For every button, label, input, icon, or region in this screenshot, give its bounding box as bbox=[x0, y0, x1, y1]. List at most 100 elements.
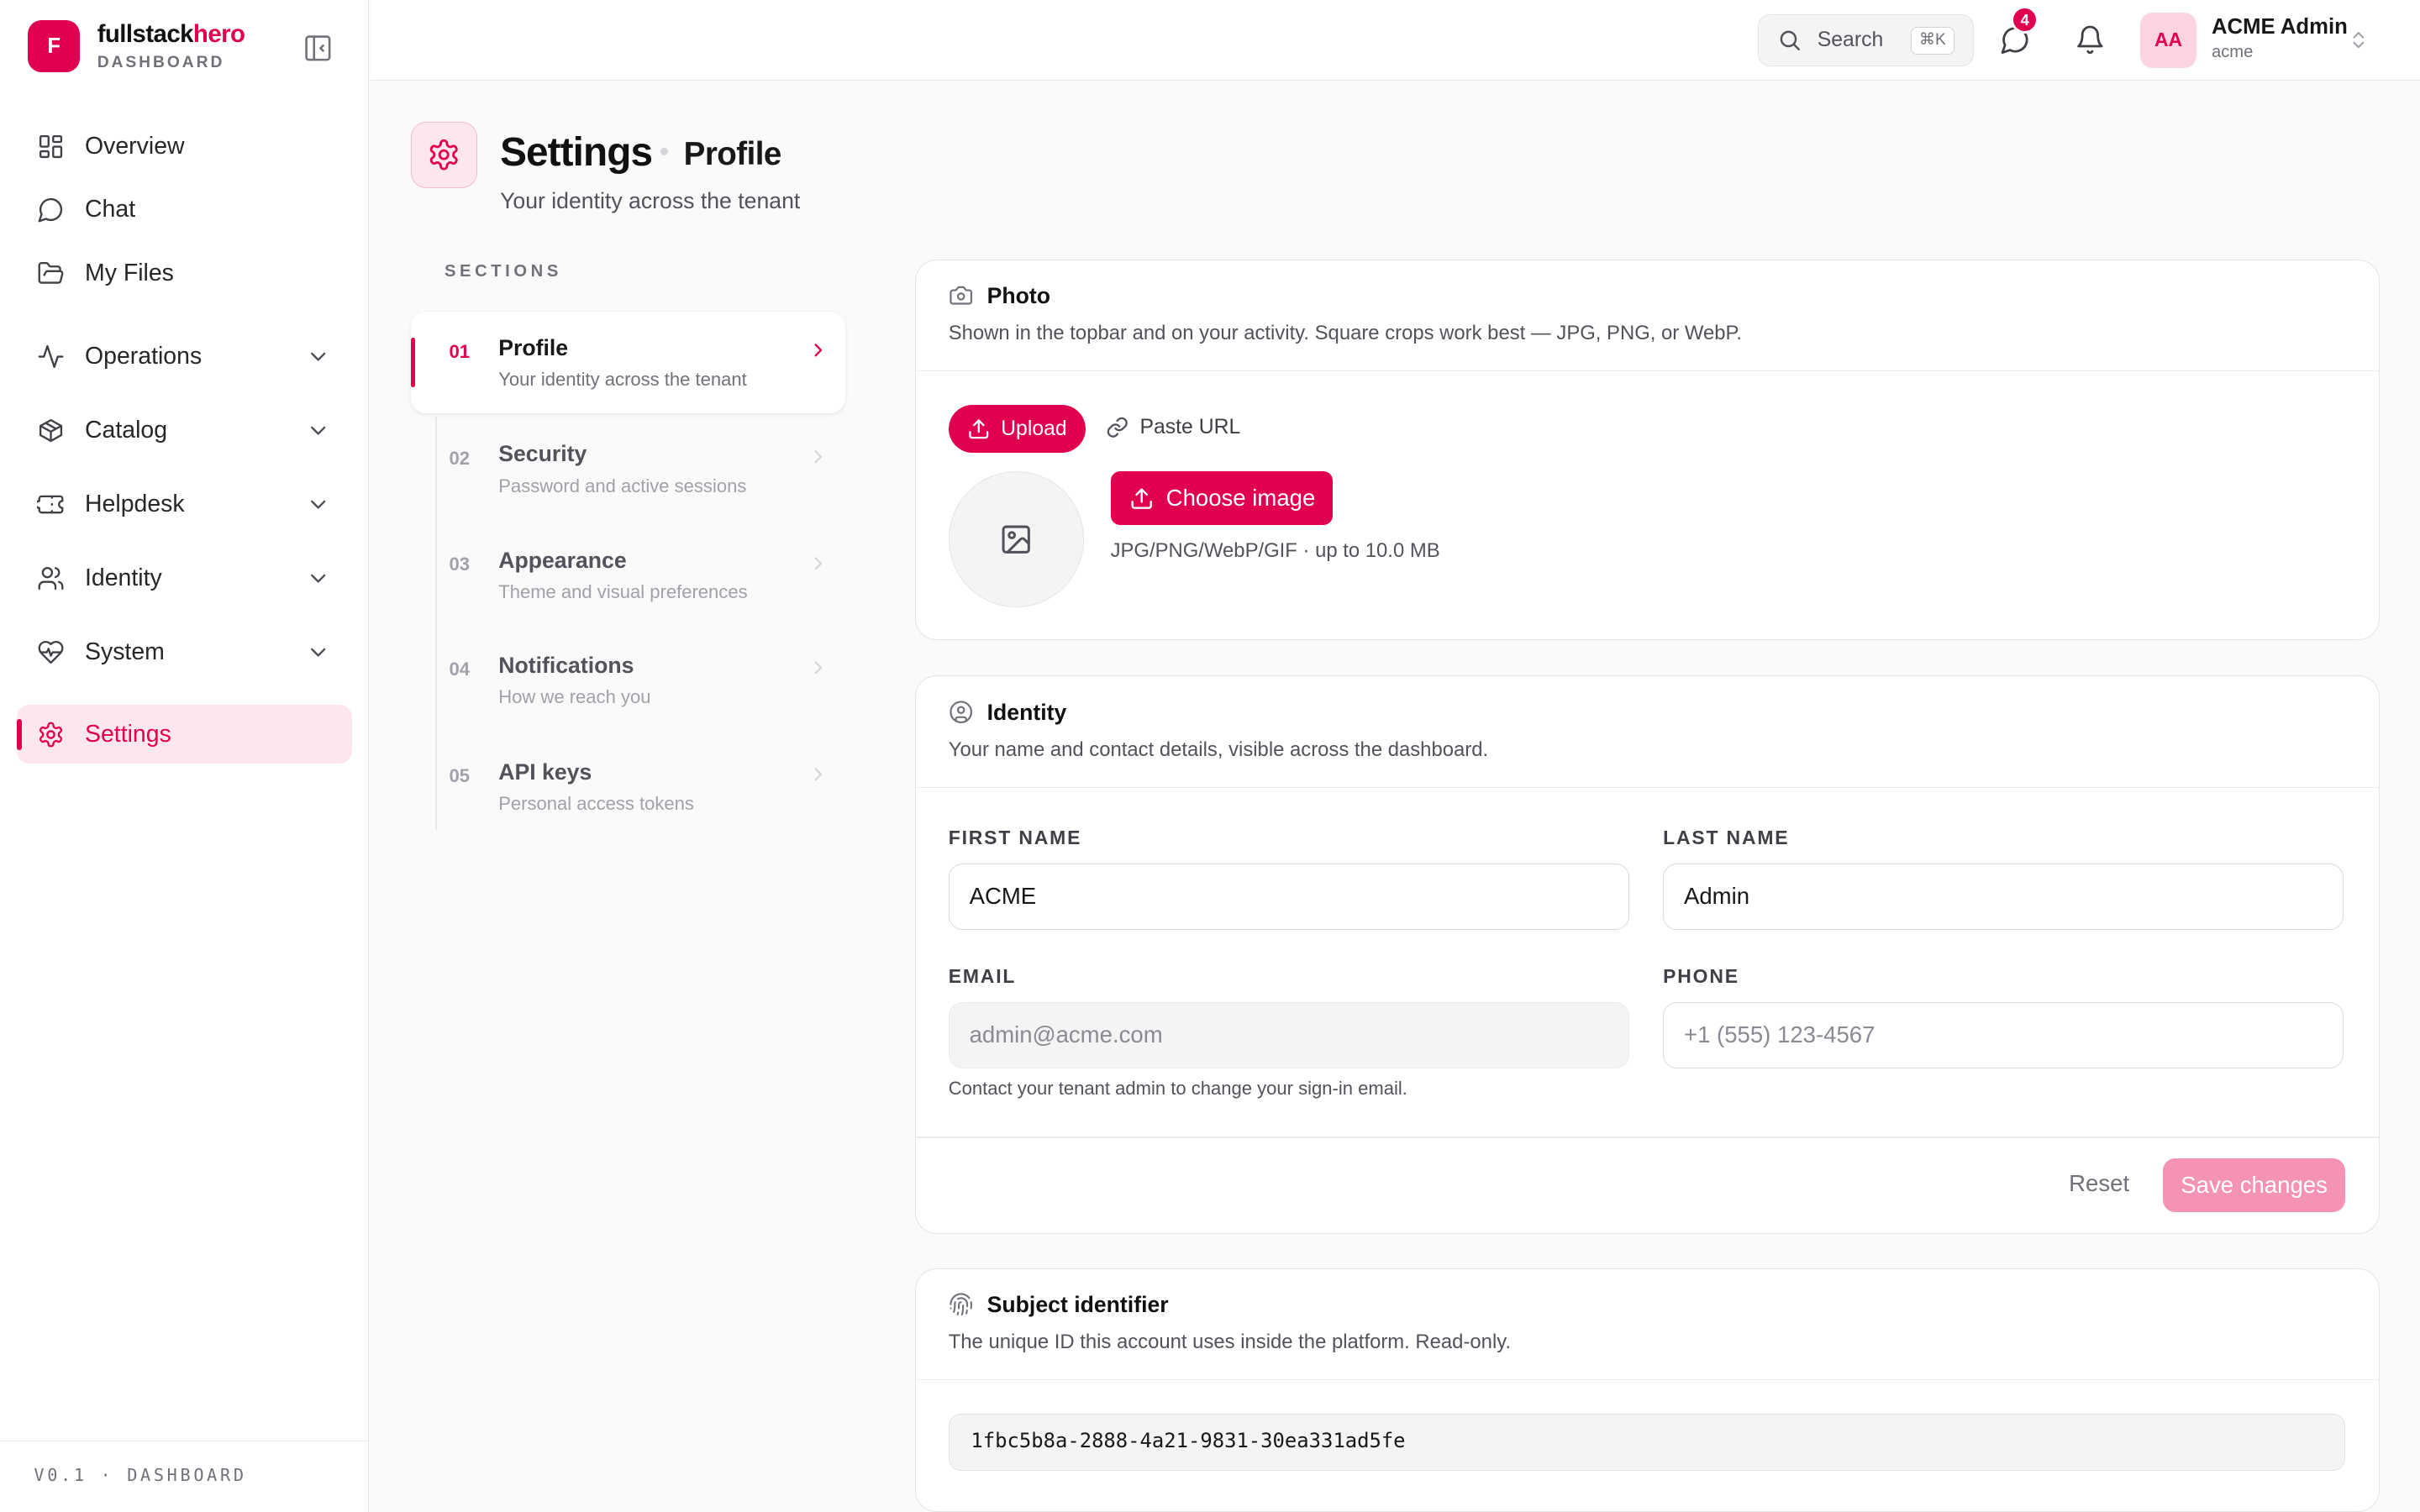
ticket-icon bbox=[37, 495, 64, 514]
section-item-security[interactable]: 02 Security Password and active sessions bbox=[411, 418, 846, 520]
section-item-appearance[interactable]: 03 Appearance Theme and visual preferenc… bbox=[411, 524, 846, 626]
photo-file-hint: JPG/PNG/WebP/GIF · up to 10.0 MB bbox=[1110, 539, 1440, 562]
brand-text: fullstackhero DASHBOARD bbox=[97, 20, 245, 72]
subject-card-header: Subject identifier The unique ID this ac… bbox=[916, 1269, 2380, 1380]
user-name[interactable]: ACME Admin bbox=[2212, 15, 2348, 39]
chevron-down-icon bbox=[310, 574, 325, 583]
sidebar-item-catalog[interactable]: Catalog bbox=[17, 402, 352, 460]
users-icon bbox=[38, 567, 64, 591]
first-name-input[interactable] bbox=[948, 863, 1629, 930]
email-field bbox=[948, 1002, 1629, 1068]
sidebar-item-overview[interactable]: Overview bbox=[17, 118, 352, 176]
section-item-notifications[interactable]: 04 Notifications How we reach you bbox=[411, 629, 846, 731]
section-title: Appearance bbox=[498, 548, 627, 574]
photo-card-desc: Shown in the topbar and on your activity… bbox=[948, 322, 1742, 345]
subject-card-title: Subject identifier bbox=[986, 1292, 1169, 1318]
sidebar-item-identity[interactable]: Identity bbox=[17, 549, 352, 608]
sidebar-item-label: Catalog bbox=[85, 416, 168, 444]
sidebar-item-label: Helpdesk bbox=[85, 491, 185, 518]
upload-tab-button[interactable]: Upload bbox=[948, 405, 1086, 454]
brand-name-part2: hero bbox=[192, 20, 245, 49]
page-gear-icon bbox=[410, 122, 477, 189]
save-changes-button[interactable]: Save changes bbox=[2163, 1158, 2345, 1212]
topbar: Search ⌘K 4 AA ACME Admin acme bbox=[370, 0, 2420, 81]
last-name-label: LAST NAME bbox=[1663, 826, 1790, 848]
camera-icon bbox=[950, 286, 972, 305]
search-icon bbox=[1780, 30, 1800, 50]
section-number: 02 bbox=[449, 447, 470, 469]
sidebar-item-label: System bbox=[85, 638, 165, 666]
app-root: F fullstackhero DASHBOARD Overview Chat … bbox=[0, 0, 2420, 1512]
identity-card-divider bbox=[916, 1136, 2380, 1138]
upload-icon bbox=[969, 419, 989, 439]
chevron-down-icon bbox=[310, 352, 325, 361]
brand-logo: F bbox=[28, 19, 81, 73]
sidebar-item-my-files[interactable]: My Files bbox=[17, 244, 352, 302]
section-item-profile[interactable]: 01 Profile Your identity across the tena… bbox=[410, 312, 846, 414]
section-title: API keys bbox=[498, 759, 592, 785]
sidebar-item-label: Settings bbox=[85, 720, 171, 748]
brand-subtitle: DASHBOARD bbox=[97, 53, 225, 71]
link-icon bbox=[1107, 417, 1128, 438]
gear-icon bbox=[39, 722, 63, 748]
bell-icon bbox=[2076, 26, 2103, 55]
subject-card-desc: The unique ID this account uses inside t… bbox=[948, 1331, 1512, 1354]
sidebar-footer-version: V0.1 · DASHBOARD bbox=[0, 1441, 369, 1511]
chevron-right-icon bbox=[814, 556, 822, 570]
sidebar-item-chat[interactable]: Chat bbox=[17, 181, 352, 239]
search-button[interactable]: Search ⌘K bbox=[1757, 13, 1975, 66]
section-title: Profile bbox=[498, 334, 569, 360]
email-help-text: Contact your tenant admin to change your… bbox=[948, 1078, 1407, 1099]
section-number: 03 bbox=[449, 554, 470, 575]
section-number: 01 bbox=[449, 340, 470, 362]
user-tenant: acme bbox=[2211, 43, 2254, 62]
section-desc: Personal access tokens bbox=[498, 793, 694, 815]
identity-card-desc: Your name and contact details, visible a… bbox=[948, 738, 1489, 761]
last-name-input[interactable] bbox=[1663, 863, 2344, 930]
search-shortcut: ⌘K bbox=[1910, 27, 1955, 55]
sidebar-item-system[interactable]: System bbox=[17, 623, 352, 682]
notifications-button[interactable] bbox=[2075, 24, 2106, 55]
sidebar: F fullstackhero DASHBOARD Overview Chat … bbox=[0, 0, 369, 1512]
paste-url-tab-button[interactable]: Paste URL bbox=[1106, 416, 1240, 439]
avatar[interactable]: AA bbox=[2140, 12, 2196, 68]
sections-label: SECTIONS bbox=[444, 262, 562, 281]
page-title: Settings bbox=[500, 130, 653, 176]
chevron-right-icon bbox=[814, 344, 822, 357]
photo-card: Photo Shown in the topbar and on your ac… bbox=[915, 259, 2381, 641]
section-item-api-keys[interactable]: 05 API keys Personal access tokens bbox=[411, 736, 846, 837]
collapse-sidebar-icon[interactable] bbox=[302, 33, 334, 64]
paste-url-label: Paste URL bbox=[1139, 416, 1241, 439]
identity-card: Identity Your name and contact details, … bbox=[915, 675, 2381, 1235]
sidebar-item-label: Operations bbox=[85, 342, 203, 370]
section-desc: How we reach you bbox=[498, 686, 651, 708]
sidebar-item-helpdesk[interactable]: Helpdesk bbox=[17, 475, 352, 534]
folder-open-icon bbox=[38, 261, 64, 284]
chevron-down-icon bbox=[310, 648, 325, 657]
choose-image-label: Choose image bbox=[1165, 485, 1316, 512]
reset-button[interactable]: Reset bbox=[2069, 1170, 2129, 1197]
subject-id-value[interactable]: 1fbc5b8a-2888-4a21-9831-30ea331ad5fe bbox=[948, 1414, 2345, 1472]
heart-pulse-icon bbox=[38, 641, 64, 664]
section-desc: Theme and visual preferences bbox=[498, 581, 748, 603]
chevron-right-icon bbox=[814, 768, 822, 781]
phone-label: PHONE bbox=[1663, 964, 1739, 987]
sidebar-item-operations[interactable]: Operations bbox=[17, 327, 352, 386]
chevrons-up-down-icon[interactable] bbox=[2348, 28, 2370, 52]
photo-card-title: Photo bbox=[986, 283, 1051, 309]
section-number: 04 bbox=[449, 659, 470, 680]
photo-preview bbox=[948, 471, 1085, 607]
sidebar-item-settings[interactable]: Settings bbox=[17, 705, 352, 764]
section-number: 05 bbox=[449, 764, 470, 786]
activity-icon bbox=[38, 344, 64, 368]
phone-input[interactable] bbox=[1663, 1002, 2344, 1068]
chevron-right-icon bbox=[814, 661, 822, 675]
chevron-down-icon bbox=[310, 426, 325, 435]
sidebar-item-label: My Files bbox=[85, 259, 174, 286]
grid-icon bbox=[39, 134, 63, 159]
chat-bubble-icon bbox=[38, 198, 63, 223]
breadcrumb-separator bbox=[660, 148, 669, 156]
choose-image-button[interactable]: Choose image bbox=[1110, 471, 1333, 526]
brand[interactable]: F fullstackhero DASHBOARD bbox=[28, 19, 245, 73]
section-desc: Password and active sessions bbox=[498, 475, 747, 496]
